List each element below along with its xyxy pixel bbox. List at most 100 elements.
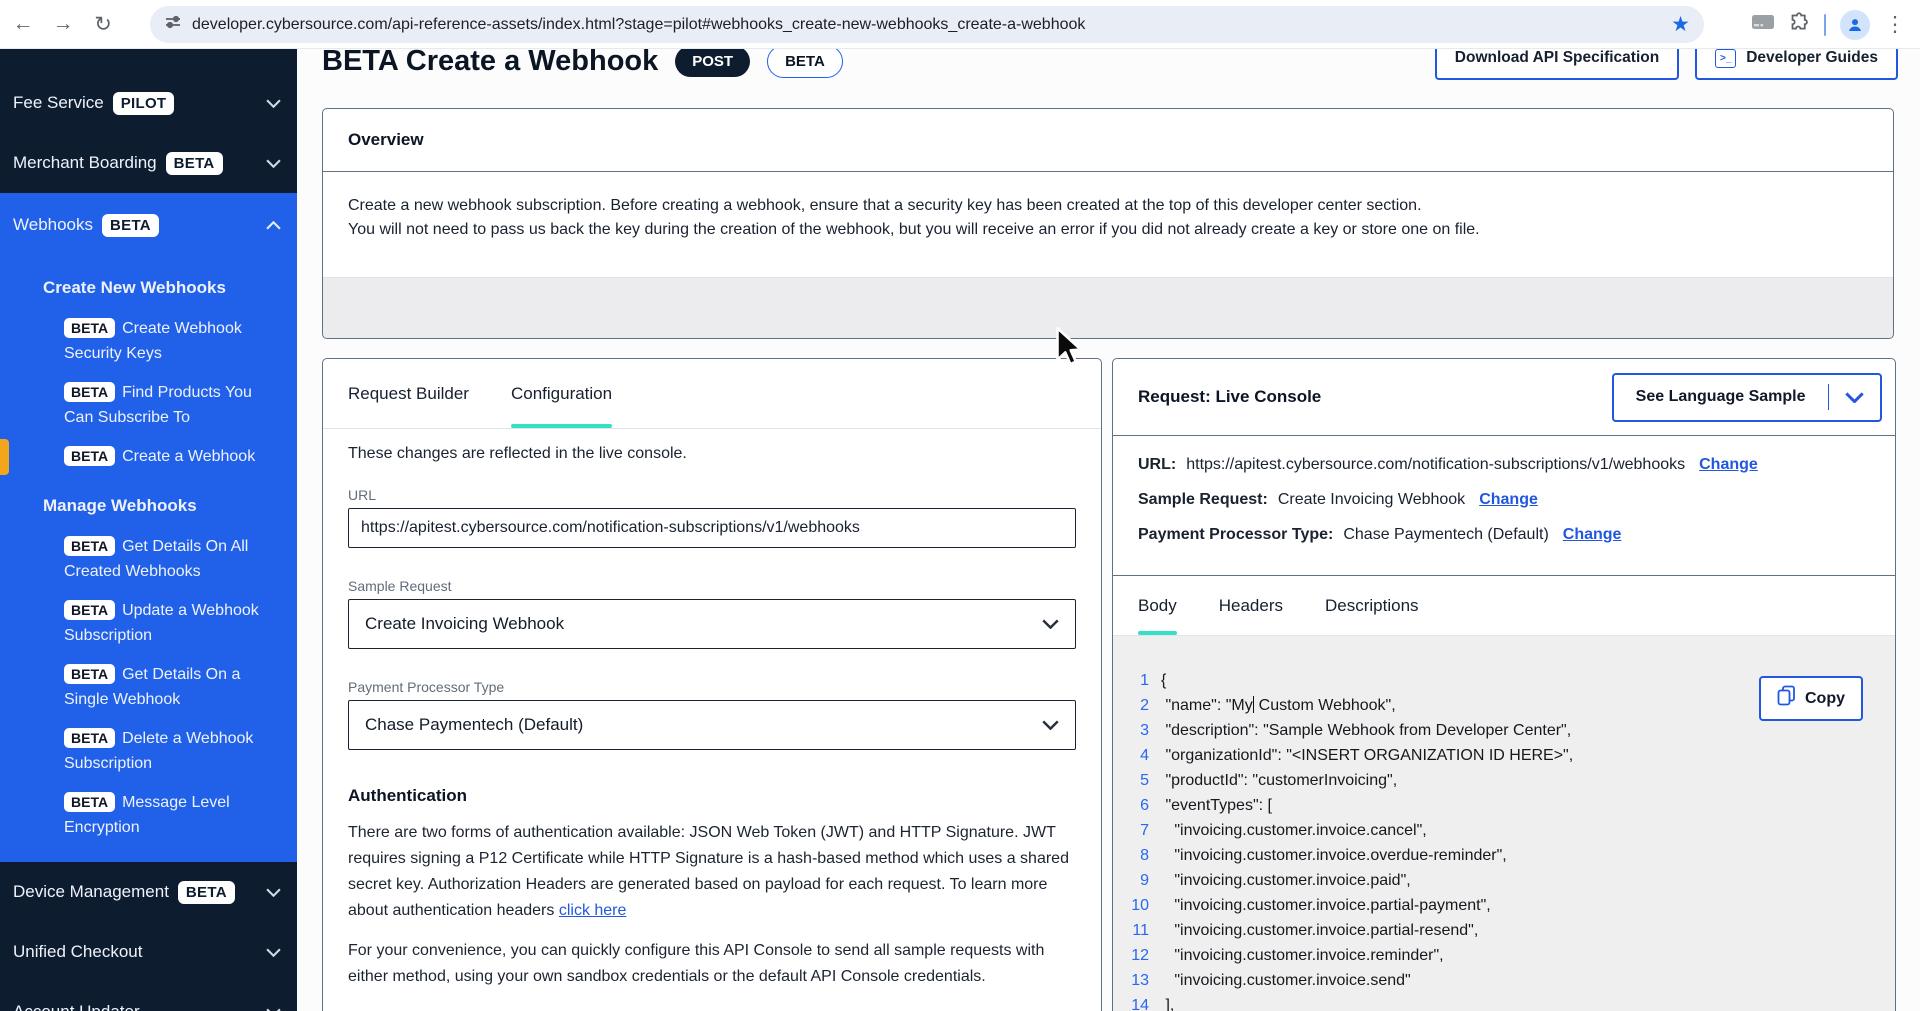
tab-descriptions[interactable]: Descriptions	[1325, 576, 1419, 635]
row-label: Payment Processor Type:	[1138, 526, 1333, 544]
badge-beta: BETA	[178, 881, 235, 904]
change-link[interactable]: Change	[1699, 456, 1758, 474]
tab-body[interactable]: Body	[1138, 576, 1177, 635]
chevron-down-icon	[1845, 392, 1864, 403]
line-text: "productId": "customerInvoicing",	[1161, 768, 1397, 793]
console-row-url: URL: https://apitest.cybersource.com/noti…	[1138, 456, 1870, 474]
authentication-heading: Authentication	[348, 786, 1076, 806]
code-line-9: 9 "invoicing.customer.invoice.paid",	[1127, 868, 1895, 893]
download-api-spec-button[interactable]: Download API Specification	[1435, 49, 1679, 80]
selected-indicator	[0, 439, 9, 475]
line-text: "invoicing.customer.invoice.cancel",	[1161, 818, 1427, 843]
see-language-sample-button[interactable]: See Language Sample	[1612, 373, 1882, 422]
request-builder-card: Request Builder Configuration These chang…	[322, 358, 1102, 1011]
chevron-down-icon	[1042, 720, 1059, 730]
sidebar-item-get-details-on-a-single-webhook[interactable]: BETAGet Details On a Single Webhook	[0, 656, 297, 718]
extensions-icon[interactable]	[1789, 12, 1810, 38]
line-text: "invoicing.customer.invoice.overdue-remi…	[1161, 843, 1507, 868]
change-link[interactable]: Change	[1479, 491, 1538, 509]
code-line-7: 7 "invoicing.customer.invoice.cancel",	[1127, 818, 1895, 843]
console-header: Request: Live Console See Language Sampl…	[1113, 359, 1895, 436]
line-text: "eventTypes": [	[1161, 793, 1272, 818]
row-value: https://apitest.cybersource.com/notifica…	[1186, 456, 1685, 474]
terminal-icon: >_	[1715, 49, 1736, 68]
beta-badge: BETA	[102, 214, 159, 237]
tab-configuration[interactable]: Configuration	[511, 359, 612, 428]
line-number: 11	[1127, 918, 1149, 943]
beta-badge: BETA	[64, 792, 115, 812]
sample-request-label: Sample Request	[348, 578, 1076, 594]
line-text: ],	[1161, 993, 1174, 1011]
row-label: Sample Request:	[1138, 491, 1268, 509]
sidebar-item-message-level-encryption[interactable]: BETAMessage Level Encryption	[0, 784, 297, 846]
sidebar-bottom-nav: Device Management BETA Unified Checkout Acc…	[0, 862, 297, 1011]
back-icon[interactable]: ←	[6, 7, 40, 41]
sidebar-item-create-webhook-security-keys[interactable]: BETACreate Webhook Security Keys	[0, 310, 297, 372]
page-header: BETA Create a Webhook POST BETA	[322, 49, 843, 82]
address-bar[interactable]: developer.cybersource.com/api-reference-…	[150, 6, 1704, 43]
sidebar-item-get-details-on-all-created-webhooks[interactable]: BETAGet Details On All Created Webhooks	[0, 528, 297, 590]
sidebar-item-account-updater[interactable]: Account Updater	[0, 982, 297, 1011]
sidebar-item-label: Fee Service	[13, 93, 104, 113]
bookmark-star-icon[interactable]: ★	[1671, 12, 1690, 37]
sidebar-item-unified-checkout[interactable]: Unified Checkout	[0, 922, 297, 982]
button-divider	[1828, 384, 1830, 410]
line-text: "invoicing.customer.invoice.partial-paym…	[1161, 893, 1491, 918]
sidebar-item-delete-a-webhook-subscription[interactable]: BETADelete a Webhook Subscription	[0, 720, 297, 782]
line-number: 12	[1127, 943, 1149, 968]
payment-processor-select[interactable]: Chase Paymentech (Default)	[348, 700, 1076, 750]
chevron-down-icon	[1042, 619, 1059, 629]
line-number: 13	[1127, 968, 1149, 993]
beta-badge: BETA	[64, 664, 115, 684]
overview-card: Overview Create a new webhook subscripti…	[322, 108, 1894, 339]
builder-note: These changes are reflected in the live …	[348, 445, 1076, 463]
row-label: URL:	[1138, 456, 1176, 474]
live-console-card: Request: Live Console See Language Sampl…	[1112, 358, 1896, 1011]
line-number: 9	[1127, 868, 1149, 893]
reload-icon[interactable]: ↻	[86, 7, 120, 41]
sidebar-item-webhooks[interactable]: Webhooks BETA	[0, 193, 297, 257]
change-link[interactable]: Change	[1563, 526, 1622, 544]
line-number: 4	[1127, 743, 1149, 768]
line-number: 5	[1127, 768, 1149, 793]
payment-card-icon[interactable]	[1751, 13, 1775, 36]
code-line-14: 14 ],	[1127, 993, 1895, 1011]
code-line-13: 13 "invoicing.customer.invoice.send"	[1127, 968, 1895, 993]
line-number: 2	[1127, 693, 1149, 718]
sidebar-item-merchant-boarding[interactable]: Merchant BoardingBETA	[0, 133, 297, 193]
line-text: "invoicing.customer.invoice.paid",	[1161, 868, 1411, 893]
url-field-label: URL	[348, 487, 1076, 503]
sidebar-item-device-management[interactable]: Device Management BETA	[0, 862, 297, 922]
copy-button[interactable]: Copy	[1759, 676, 1863, 721]
sidebar-section-webhooks: Webhooks BETA Create New WebhooksBETACre…	[0, 193, 297, 862]
tab-headers[interactable]: Headers	[1219, 576, 1283, 635]
authentication-paragraph: There are two forms of authentication av…	[348, 820, 1076, 924]
badge-pilot: PILOT	[113, 92, 175, 115]
url-input[interactable]	[348, 508, 1076, 548]
sidebar-item-fee-service[interactable]: Fee Service PILOT	[0, 73, 297, 133]
builder-tabs: Request Builder Configuration	[323, 359, 1101, 429]
code-editor[interactable]: Copy 1{2 "name": "My Custom Webhook",3 "…	[1113, 636, 1895, 1011]
sample-request-select[interactable]: Create Invoicing Webhook	[348, 599, 1076, 649]
beta-badge: BETA	[64, 318, 115, 338]
code-line-3: 3 "description": "Sample Webhook from De…	[1127, 718, 1895, 743]
forward-icon[interactable]: →	[46, 7, 80, 41]
browser-menu-icon[interactable]: ⋮	[1878, 8, 1912, 42]
tab-request-builder[interactable]: Request Builder	[348, 359, 469, 428]
site-info-icon[interactable]	[164, 13, 182, 36]
code-line-4: 4 "organizationId": "<INSERT ORGANIZATIO…	[1127, 743, 1895, 768]
sidebar-group-title-create-new-webhooks: Create New Webhooks	[0, 265, 297, 310]
beta-badge: BETA	[64, 536, 115, 556]
line-number: 14	[1127, 993, 1149, 1011]
click-here-link[interactable]: click here	[559, 902, 627, 919]
profile-avatar[interactable]	[1840, 10, 1870, 40]
sidebar-item-label: Device Management	[13, 882, 169, 902]
sidebar-item-create-a-webhook[interactable]: BETACreate a Webhook	[0, 438, 297, 475]
sidebar-item-label: Webhooks	[13, 215, 93, 235]
code-line-8: 8 "invoicing.customer.invoice.overdue-re…	[1127, 843, 1895, 868]
developer-guides-button[interactable]: >_ Developer Guides	[1695, 49, 1898, 80]
sidebar-item-label: Account Updater	[13, 1002, 140, 1011]
sidebar-item-find-products-you-can-subscribe-to[interactable]: BETAFind Products You Can Subscribe To	[0, 374, 297, 436]
overview-line: You will not need to pass us back the ke…	[348, 218, 1868, 242]
sidebar-item-update-a-webhook-subscription[interactable]: BETAUpdate a Webhook Subscription	[0, 592, 297, 654]
